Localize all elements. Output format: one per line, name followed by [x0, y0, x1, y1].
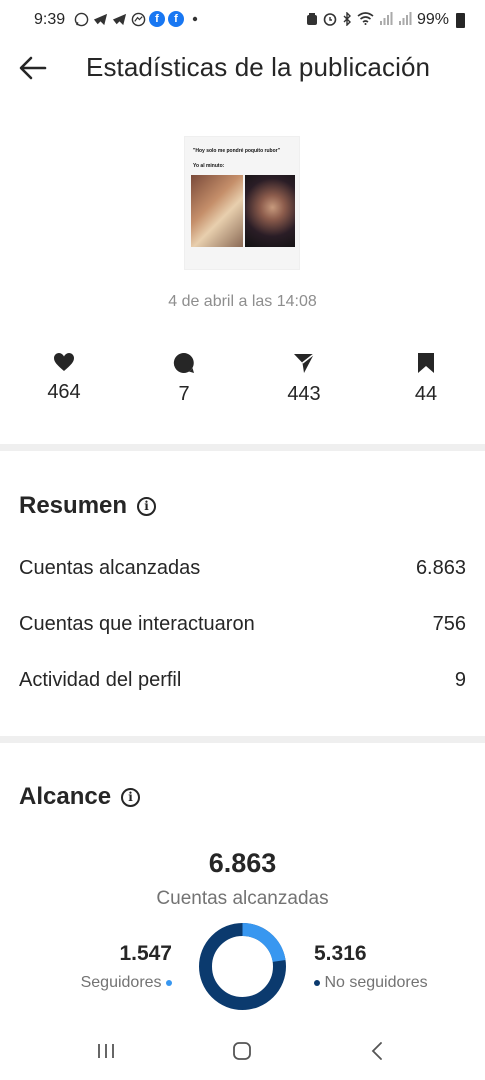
whatsapp-icon [73, 11, 89, 27]
thumbnail-subcaption: Yo al minuto: [193, 163, 225, 169]
arrow-left-icon [19, 56, 47, 80]
likes-metric: 464 [24, 352, 104, 404]
clock-icon [323, 12, 337, 29]
thumbnail-image-makeup [191, 175, 243, 247]
shares-count: 443 [287, 383, 321, 405]
followers-label-wrap: Seguidores [81, 974, 172, 992]
battery-icon [456, 12, 465, 28]
summary-row-profile-activity[interactable]: Actividad del perfil 9 [19, 669, 466, 692]
reach-total-label: Cuentas alcanzadas [156, 888, 329, 909]
header: Estadísticas de la publicación [0, 44, 485, 92]
summary-row-accounts-engaged[interactable]: Cuentas que interactuaron 756 [19, 613, 466, 636]
signal-icon [379, 12, 393, 28]
home-icon [233, 1042, 251, 1060]
summary-row-label: Cuentas que interactuaron [19, 613, 255, 635]
followers-legend: 1.547 Seguidores [81, 942, 172, 992]
section-divider [0, 444, 485, 451]
status-right: 99% [306, 10, 465, 29]
status-time: 9:39 [34, 11, 66, 28]
signal-icon [398, 12, 412, 28]
facebook-icon: f [149, 11, 165, 27]
comments-count: 7 [178, 383, 190, 405]
wifi-icon [357, 12, 374, 28]
reach-total: 6.863 [208, 848, 277, 878]
battery-percent: 99% [416, 11, 449, 28]
home-button[interactable] [222, 1036, 262, 1066]
recent-apps-icon [98, 1044, 114, 1058]
summary-row-accounts-reached[interactable]: Cuentas alcanzadas 6.863 [19, 557, 466, 580]
info-icon[interactable]: i [137, 496, 157, 516]
facebook-icon: f [168, 11, 184, 27]
reach-heading: Alcance i [19, 783, 141, 811]
reach-donut-chart [199, 923, 286, 1010]
non-followers-dot [314, 979, 320, 986]
non-followers-legend: 5.316 No seguidores [314, 942, 428, 992]
comments-metric: 7 [144, 352, 224, 406]
telegram-icon [111, 11, 127, 27]
summary-row-value: 756 [432, 613, 466, 635]
post-thumbnail[interactable]: "Hoy solo me pondré poquito rubor" Yo al… [184, 136, 300, 270]
telegram-icon [92, 11, 108, 27]
bookmark-icon [418, 353, 434, 373]
post-date: 4 de abril a las 14:08 [168, 293, 317, 310]
summary-row-label: Cuentas alcanzadas [19, 557, 201, 579]
status-bar: 9:39 f f 99% [0, 0, 485, 40]
chevron-left-icon [371, 1042, 382, 1060]
messenger-icon [130, 11, 146, 27]
summary-row-label: Actividad del perfil [19, 669, 182, 691]
recent-apps-button[interactable] [86, 1036, 126, 1066]
followers-label: Seguidores [80, 974, 162, 991]
alarm-icon [306, 12, 318, 29]
page-title: Estadísticas de la publicación [86, 52, 431, 82]
notification-icons: f f [73, 11, 203, 27]
comment-icon [173, 352, 194, 373]
saves-count: 44 [414, 383, 438, 405]
followers-dot [166, 979, 172, 986]
heart-icon [54, 353, 74, 371]
reach-title: Alcance [19, 783, 112, 810]
summary-title: Resumen [19, 492, 128, 519]
nav-back-button[interactable] [357, 1036, 397, 1066]
dot-icon [187, 11, 203, 27]
bluetooth-icon [342, 10, 352, 29]
system-nav-bar [0, 1024, 485, 1080]
post-metrics: 464 7 443 44 [0, 352, 485, 412]
likes-count: 464 [47, 381, 81, 403]
send-icon [294, 353, 315, 373]
summary-heading: Resumen i [19, 492, 157, 520]
saves-metric: 44 [386, 352, 466, 406]
non-followers-label: No seguidores [324, 974, 428, 991]
non-followers-label-wrap: No seguidores [314, 974, 428, 992]
non-followers-value: 5.316 [314, 942, 367, 965]
back-button[interactable] [18, 54, 48, 82]
summary-row-value: 9 [454, 669, 466, 691]
section-divider [0, 736, 485, 743]
followers-value: 1.547 [119, 942, 172, 965]
info-icon[interactable]: i [121, 787, 141, 807]
thumbnail-caption: "Hoy solo me pondré poquito rubor" [193, 148, 280, 154]
summary-row-value: 6.863 [415, 557, 466, 579]
shares-metric: 443 [264, 352, 344, 406]
thumbnail-image-character [245, 175, 295, 247]
